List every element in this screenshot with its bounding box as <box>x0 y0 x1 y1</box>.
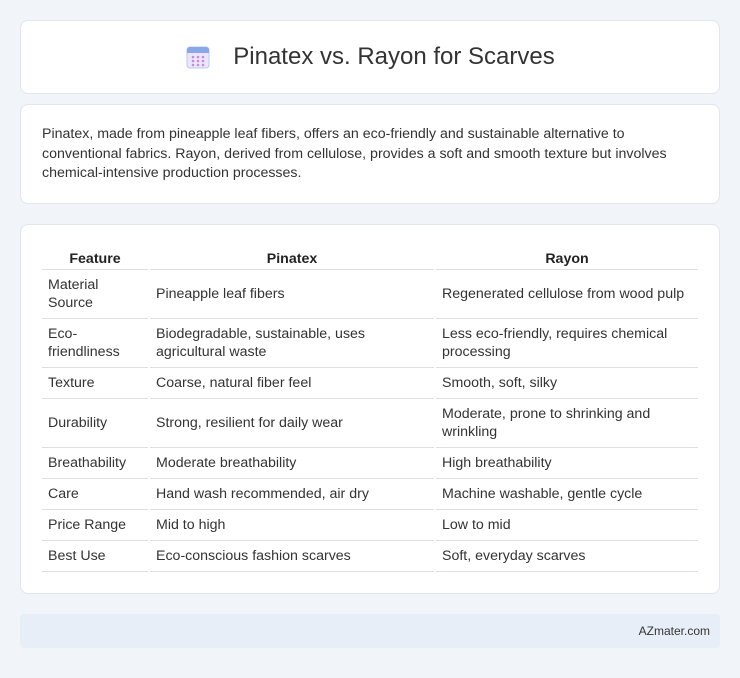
description-card: Pinatex, made from pineapple leaf fibers… <box>20 104 720 204</box>
table-row: Durability Strong, resilient for daily w… <box>42 399 698 448</box>
feature-cell: Eco-friendliness <box>42 319 148 368</box>
footer-brand: AZmater.com <box>638 624 710 638</box>
pinatex-cell: Hand wash recommended, air dry <box>150 479 434 510</box>
rayon-cell: Soft, everyday scarves <box>436 541 698 572</box>
rayon-cell: Smooth, soft, silky <box>436 368 698 399</box>
table-row: Care Hand wash recommended, air dry Mach… <box>42 479 698 510</box>
table-row: Material Source Pineapple leaf fibers Re… <box>42 270 698 319</box>
rayon-cell: Moderate, prone to shrinking and wrinkli… <box>436 399 698 448</box>
feature-cell: Price Range <box>42 510 148 541</box>
rayon-cell: Less eco-friendly, requires chemical pro… <box>436 319 698 368</box>
feature-cell: Breathability <box>42 448 148 479</box>
pinatex-cell: Moderate breathability <box>150 448 434 479</box>
header-pinatex: Pinatex <box>150 243 434 270</box>
feature-cell: Durability <box>42 399 148 448</box>
table-row: Eco-friendliness Biodegradable, sustaina… <box>42 319 698 368</box>
description-text: Pinatex, made from pineapple leaf fibers… <box>42 126 667 181</box>
header-feature: Feature <box>42 243 148 270</box>
header-rayon: Rayon <box>436 243 698 270</box>
table-row: Breathability Moderate breathability Hig… <box>42 448 698 479</box>
table-card: Feature Pinatex Rayon Material Source Pi… <box>20 224 720 594</box>
pinatex-cell: Coarse, natural fiber feel <box>150 368 434 399</box>
rayon-cell: Machine washable, gentle cycle <box>436 479 698 510</box>
feature-cell: Material Source <box>42 270 148 319</box>
table-row: Best Use Eco-conscious fashion scarves S… <box>42 541 698 572</box>
rayon-cell: Low to mid <box>436 510 698 541</box>
feature-cell: Texture <box>42 368 148 399</box>
pinatex-cell: Biodegradable, sustainable, uses agricul… <box>150 319 434 368</box>
feature-cell: Care <box>42 479 148 510</box>
rayon-cell: High breathability <box>436 448 698 479</box>
footer-bar: AZmater.com <box>20 614 720 648</box>
table-row: Price Range Mid to high Low to mid <box>42 510 698 541</box>
calendar-icon <box>185 44 211 70</box>
pinatex-cell: Strong, resilient for daily wear <box>150 399 434 448</box>
table-row: Texture Coarse, natural fiber feel Smoot… <box>42 368 698 399</box>
rayon-cell: Regenerated cellulose from wood pulp <box>436 270 698 319</box>
pinatex-cell: Pineapple leaf fibers <box>150 270 434 319</box>
comparison-table: Feature Pinatex Rayon Material Source Pi… <box>40 243 700 572</box>
page-title: Pinatex vs. Rayon for Scarves <box>233 43 555 70</box>
pinatex-cell: Mid to high <box>150 510 434 541</box>
title-card: Pinatex vs. Rayon for Scarves <box>20 20 720 94</box>
pinatex-cell: Eco-conscious fashion scarves <box>150 541 434 572</box>
title-wrap: Pinatex vs. Rayon for Scarves <box>185 43 555 71</box>
feature-cell: Best Use <box>42 541 148 572</box>
table-header-row: Feature Pinatex Rayon <box>42 243 698 270</box>
